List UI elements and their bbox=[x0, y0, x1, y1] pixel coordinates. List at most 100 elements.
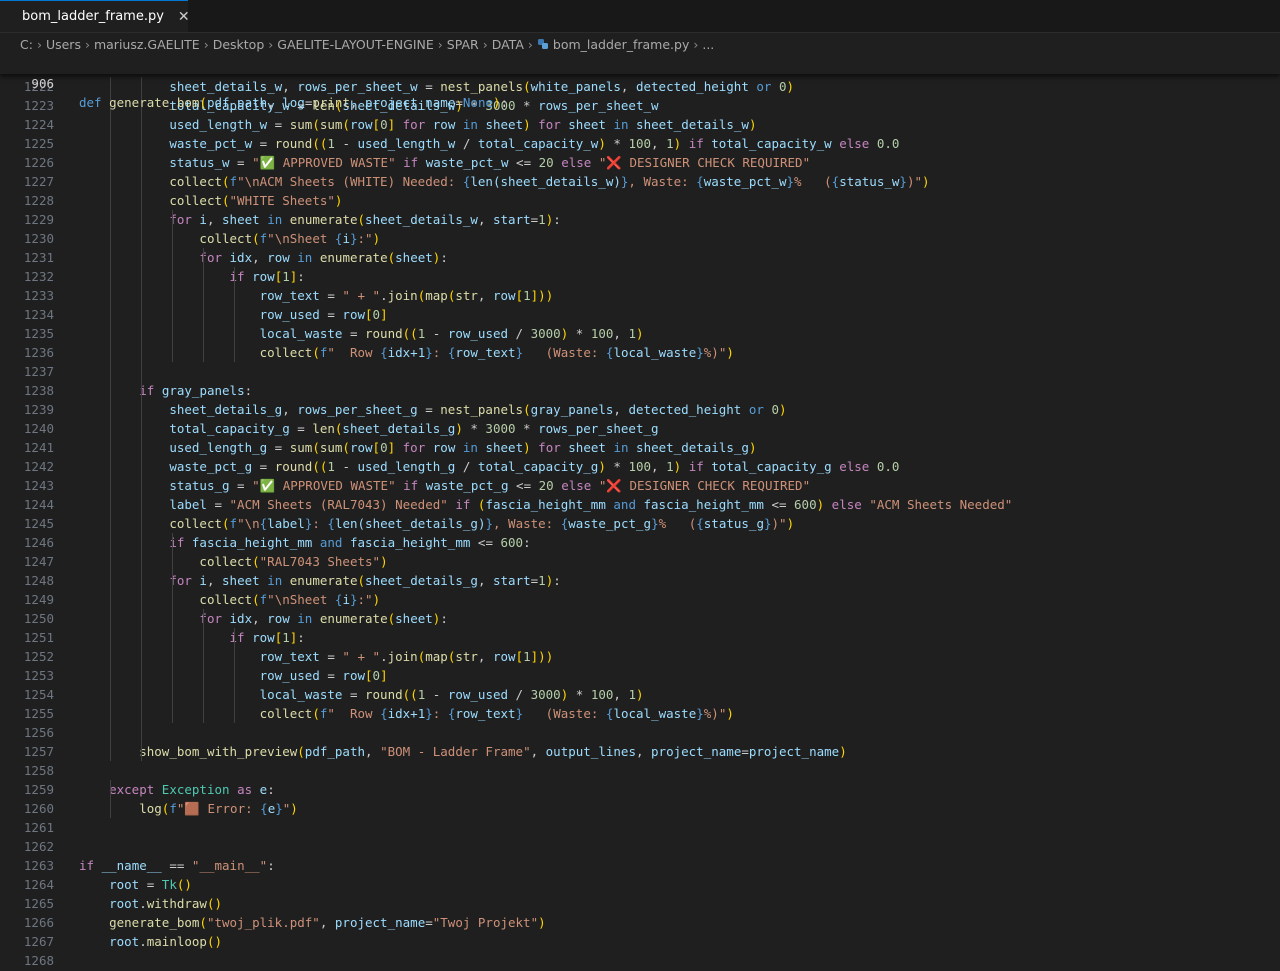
line-number: 1261 bbox=[23, 820, 54, 835]
code-line[interactable]: 1226 status_w = "✅ APPROVED WASTE" if wa… bbox=[0, 153, 1280, 172]
code-line[interactable]: 1256 bbox=[0, 723, 1280, 742]
code-line[interactable]: 1257 show_bom_with_preview(pdf_path, "BO… bbox=[0, 742, 1280, 761]
code-line[interactable]: 1258 bbox=[0, 761, 1280, 780]
line-number: 1239 bbox=[23, 402, 54, 417]
code-text: generate_bom("twoj_plik.pdf", project_na… bbox=[109, 915, 546, 930]
code-text: status_g = "✅ APPROVED WASTE" if waste_p… bbox=[169, 478, 811, 493]
line-number: 1238 bbox=[23, 383, 54, 398]
code-line[interactable]: 1261 bbox=[0, 818, 1280, 837]
line-number: 1230 bbox=[23, 231, 54, 246]
line-number: 1263 bbox=[23, 858, 54, 873]
code-text: if gray_panels: bbox=[139, 383, 253, 398]
code-line[interactable]: 1235 local_waste = round((1 - row_used /… bbox=[0, 324, 1280, 343]
code-line[interactable]: 1231 for idx, row in enumerate(sheet): bbox=[0, 248, 1280, 267]
line-number: 1235 bbox=[23, 326, 54, 341]
indent-guide bbox=[110, 780, 111, 818]
code-line[interactable]: 1262 bbox=[0, 837, 1280, 856]
code-line[interactable]: 1254 local_waste = round((1 - row_used /… bbox=[0, 685, 1280, 704]
code-line[interactable]: 1253 row_used = row[0] bbox=[0, 666, 1280, 685]
line-number: 1259 bbox=[23, 782, 54, 797]
line-number: 1256 bbox=[23, 725, 54, 740]
sticky-scroll-line[interactable]: 906 def generate_bom(pdf_path, log=print… bbox=[0, 55, 1280, 110]
breadcrumb-item[interactable]: GAELITE-LAYOUT-ENGINE bbox=[277, 37, 433, 52]
code-line[interactable]: 1265 root.withdraw() bbox=[0, 894, 1280, 913]
code-line[interactable]: 1251 if row[1]: bbox=[0, 628, 1280, 647]
code-text: collect(f" Row {idx+1}: {row_text} (Wast… bbox=[259, 345, 734, 360]
code-line[interactable]: 1250 for idx, row in enumerate(sheet): bbox=[0, 609, 1280, 628]
breadcrumb-item[interactable]: Users bbox=[46, 37, 81, 52]
chevron-right-icon: › bbox=[693, 36, 699, 52]
breadcrumb-symbols[interactable]: ... bbox=[702, 37, 714, 52]
code-line[interactable]: 1241 used_length_g = sum(sum(row[0] for … bbox=[0, 438, 1280, 457]
code-line[interactable]: 1246 if fascia_height_mm and fascia_heig… bbox=[0, 533, 1280, 552]
indent-guide bbox=[110, 77, 111, 761]
code-line[interactable]: 1224 used_length_w = sum(sum(row[0] for … bbox=[0, 115, 1280, 134]
code-editor[interactable]: 906 def generate_bom(pdf_path, log=print… bbox=[0, 55, 1280, 971]
breadcrumb-item[interactable]: DATA bbox=[492, 37, 524, 52]
code-line[interactable]: 1234 row_used = row[0] bbox=[0, 305, 1280, 324]
code-text: root = Tk() bbox=[109, 877, 192, 892]
code-line[interactable]: 1228 collect("WHITE Sheets") bbox=[0, 191, 1280, 210]
code-line[interactable]: 1264 root = Tk() bbox=[0, 875, 1280, 894]
code-line[interactable]: 1237 bbox=[0, 362, 1280, 381]
breadcrumb-item[interactable]: C: bbox=[20, 37, 33, 52]
code-line[interactable]: 1248 for i, sheet in enumerate(sheet_det… bbox=[0, 571, 1280, 590]
line-number: 1257 bbox=[23, 744, 54, 759]
vertical-scrollbar[interactable] bbox=[1266, 55, 1280, 971]
python-file-icon bbox=[537, 39, 548, 49]
code-text: waste_pct_g = round((1 - used_length_g /… bbox=[169, 459, 900, 474]
line-number: 1231 bbox=[23, 250, 54, 265]
code-text: sheet_details_g, rows_per_sheet_g = nest… bbox=[169, 402, 787, 417]
line-number: 1245 bbox=[23, 516, 54, 531]
code-line[interactable]: 1240 total_capacity_g = len(sheet_detail… bbox=[0, 419, 1280, 438]
line-number: 1267 bbox=[23, 934, 54, 949]
code-line[interactable]: 1242 waste_pct_g = round((1 - used_lengt… bbox=[0, 457, 1280, 476]
code-line[interactable]: 1243 status_g = "✅ APPROVED WASTE" if wa… bbox=[0, 476, 1280, 495]
code-line[interactable]: 1238 if gray_panels: bbox=[0, 381, 1280, 400]
code-line[interactable]: 1244 label = "ACM Sheets (RAL7043) Neede… bbox=[0, 495, 1280, 514]
code-line[interactable]: 1266 generate_bom("twoj_plik.pdf", proje… bbox=[0, 913, 1280, 932]
line-number: 1225 bbox=[23, 136, 54, 151]
line-number: 1237 bbox=[23, 364, 54, 379]
code-line[interactable]: 1247 collect("RAL7043 Sheets") bbox=[0, 552, 1280, 571]
line-number: 1244 bbox=[23, 497, 54, 512]
code-text: if row[1]: bbox=[229, 269, 305, 284]
code-line[interactable]: 1245 collect(f"\n{label}: {len(sheet_det… bbox=[0, 514, 1280, 533]
close-icon[interactable]: ✕ bbox=[178, 9, 190, 25]
code-line[interactable]: 1229 for i, sheet in enumerate(sheet_det… bbox=[0, 210, 1280, 229]
code-line[interactable]: 1259 except Exception as e: bbox=[0, 780, 1280, 799]
code-text: if row[1]: bbox=[229, 630, 305, 645]
indent-guide bbox=[203, 248, 204, 362]
code-line[interactable]: 1236 collect(f" Row {idx+1}: {row_text} … bbox=[0, 343, 1280, 362]
code-line[interactable]: 1260 log(f"🟫 Error: {e}") bbox=[0, 799, 1280, 818]
breadcrumb-item[interactable]: SPAR bbox=[447, 37, 479, 52]
line-number: 1240 bbox=[23, 421, 54, 436]
code-line[interactable]: 1225 waste_pct_w = round((1 - used_lengt… bbox=[0, 134, 1280, 153]
code-line[interactable]: 1230 collect(f"\nSheet {i}:") bbox=[0, 229, 1280, 248]
tab-title: bom_ladder_frame.py bbox=[22, 9, 164, 24]
code-line[interactable]: 1268 bbox=[0, 951, 1280, 970]
code-line[interactable]: 1249 collect(f"\nSheet {i}:") bbox=[0, 590, 1280, 609]
tab-bom-ladder-frame[interactable]: bom_ladder_frame.py ✕ bbox=[0, 0, 190, 32]
breadcrumb-item[interactable]: mariusz.GAELITE bbox=[94, 37, 200, 52]
code-line[interactable]: 1233 row_text = " + ".join(map(str, row[… bbox=[0, 286, 1280, 305]
breadcrumb-item[interactable]: Desktop bbox=[213, 37, 265, 52]
line-number: 1249 bbox=[23, 592, 54, 607]
code-text: row_text = " + ".join(map(str, row[1])) bbox=[259, 649, 554, 664]
code-line[interactable]: 1239 sheet_details_g, rows_per_sheet_g =… bbox=[0, 400, 1280, 419]
code-text: collect(f"\nSheet {i}:") bbox=[199, 231, 381, 246]
code-line[interactable]: 1263 if __name__ == "__main__": bbox=[0, 856, 1280, 875]
line-number: 1226 bbox=[23, 155, 54, 170]
code-line[interactable]: 1227 collect(f"\nACM Sheets (WHITE) Need… bbox=[0, 172, 1280, 191]
code-line[interactable]: 1267 root.mainloop() bbox=[0, 932, 1280, 951]
breadcrumb-file[interactable]: bom_ladder_frame.py bbox=[553, 37, 689, 52]
code-text: log(f"🟫 Error: {e}") bbox=[139, 801, 298, 816]
line-number: 1258 bbox=[23, 763, 54, 778]
code-text: except Exception as e: bbox=[109, 782, 275, 797]
line-number: 1254 bbox=[23, 687, 54, 702]
code-line[interactable]: 1232 if row[1]: bbox=[0, 267, 1280, 286]
line-number: 1234 bbox=[23, 307, 54, 322]
code-text: show_bom_with_preview(pdf_path, "BOM - L… bbox=[139, 744, 847, 759]
code-line[interactable]: 1255 collect(f" Row {idx+1}: {row_text} … bbox=[0, 704, 1280, 723]
code-line[interactable]: 1252 row_text = " + ".join(map(str, row[… bbox=[0, 647, 1280, 666]
